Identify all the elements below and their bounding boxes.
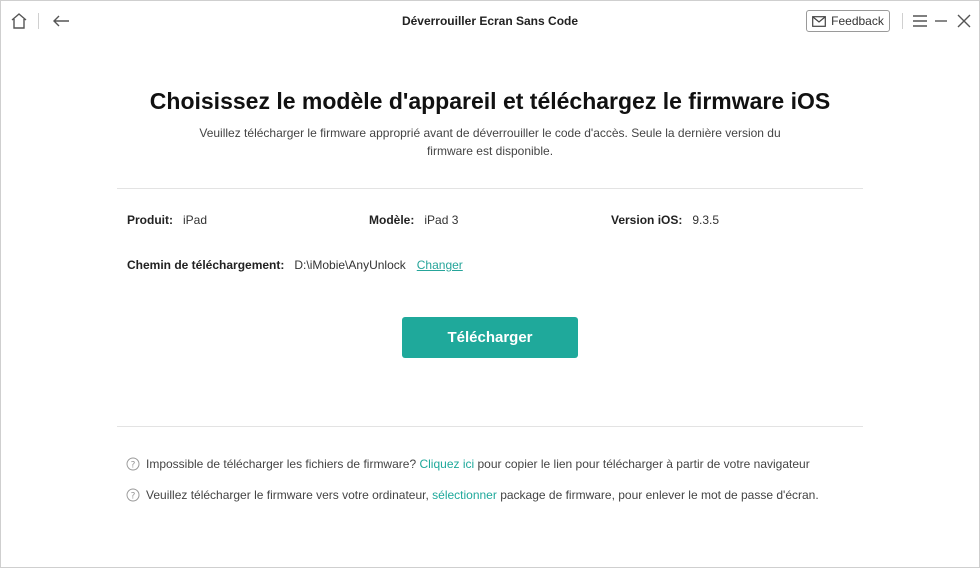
product-value: iPad [183, 213, 208, 227]
app-window [0, 0, 980, 568]
change-path-link[interactable]: Changer [417, 258, 463, 272]
question-circle-icon: ? [126, 457, 140, 471]
product-label: Produit: [127, 213, 173, 227]
title-separator-right [902, 13, 903, 29]
ios-version-info: Version iOS: 9.3.5 [611, 213, 719, 227]
svg-text:?: ? [131, 492, 136, 502]
subtitle-line-2: firmware est disponible. [426, 144, 554, 158]
minimize-icon[interactable] [934, 14, 948, 28]
help-note-1-suffix: pour copier le lien pour télécharger à p… [477, 457, 810, 471]
product-info: Produit: iPad [127, 213, 207, 227]
model-info: Modèle: iPad 3 [369, 213, 458, 227]
help-note-2-text: Veuillez télécharger le firmware vers vo… [146, 488, 429, 502]
menu-icon[interactable] [912, 14, 928, 28]
feedback-button[interactable]: Feedback [806, 10, 890, 32]
model-label: Modèle: [369, 213, 415, 227]
close-icon[interactable] [956, 13, 972, 29]
click-here-link[interactable]: Cliquez ici [419, 457, 474, 471]
page-subtitle: Veuillez télécharger le firmware appropr… [180, 124, 800, 160]
download-path-info: Chemin de téléchargement: D:\iMobie\AnyUn… [127, 258, 463, 272]
download-path-label: Chemin de téléchargement: [127, 258, 285, 272]
page-title: Choisissez le modèle d'appareil et téléc… [149, 88, 831, 114]
help-note-2-suffix: package de firmware, pour enlever le mot… [500, 488, 819, 502]
model-value: iPad 3 [424, 213, 459, 227]
svg-text:?: ? [131, 461, 136, 471]
ios-version-label: Version iOS: [611, 213, 683, 227]
title-bar: Déverrouiller Ecran Sans Code Feedback [0, 0, 980, 42]
feedback-label: Feedback [831, 14, 884, 28]
mail-icon [812, 15, 827, 27]
subtitle-line-1: Veuillez télécharger le firmware appropr… [199, 126, 781, 140]
help-note-1-text: Impossible de télécharger les fichiers d… [146, 457, 417, 471]
question-circle-icon: ? [126, 488, 140, 502]
help-note-1: ? Impossible de télécharger les fichiers… [126, 457, 810, 471]
ios-version-value: 9.3.5 [692, 213, 720, 227]
top-divider [117, 188, 863, 189]
download-button[interactable]: Télécharger [402, 317, 578, 358]
help-note-2: ? Veuillez télécharger le firmware vers … [126, 488, 819, 502]
bottom-divider [117, 426, 863, 427]
download-path-value: D:\iMobie\AnyUnlock [294, 258, 406, 272]
select-firmware-link[interactable]: sélectionner [432, 488, 497, 502]
